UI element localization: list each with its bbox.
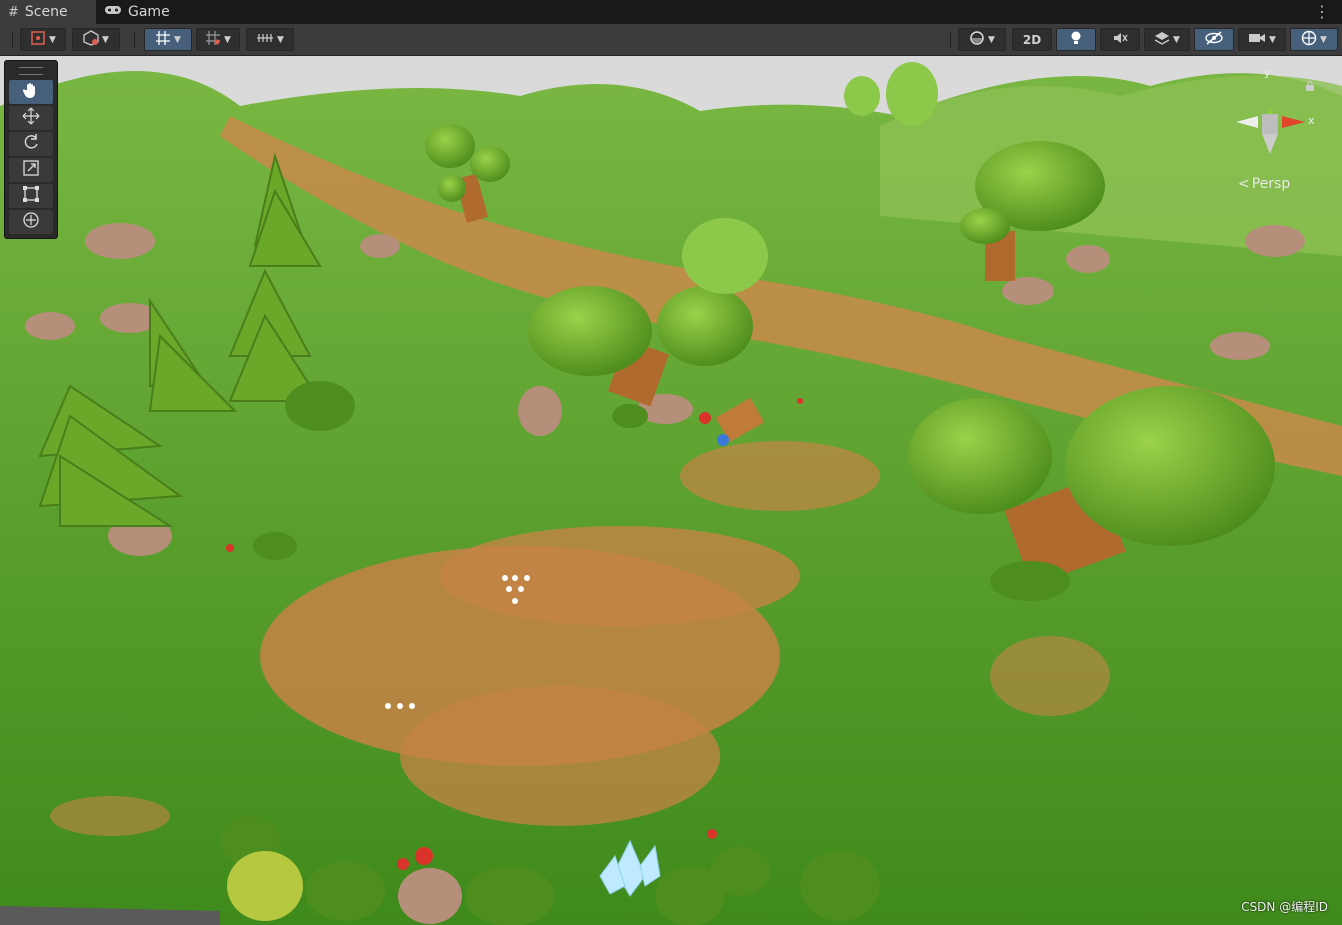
scene-render [0, 56, 1342, 925]
gamepad-icon [104, 4, 122, 20]
grid-snapping-toggle[interactable]: ▼ [144, 28, 192, 51]
grid-snap-icon [155, 30, 171, 49]
speaker-muted-icon [1112, 31, 1128, 48]
tab-scene-label: Scene [24, 4, 68, 20]
toolbar-grip [12, 32, 13, 48]
chevron-down-icon: ▼ [274, 34, 284, 45]
snap-increment-icon [205, 30, 221, 49]
render-mode-dropdown[interactable]: ▼ [72, 28, 120, 51]
draw-mode-icon [30, 30, 46, 49]
scene-toolbar: ▼ ▼ ▼ ▼ ▼ ▼ 2D ▼ ▼ ▼ [0, 24, 1342, 56]
tools-overlay [4, 60, 58, 239]
sphere-icon [969, 30, 985, 49]
cube-icon [83, 30, 99, 49]
grid-icon: # [8, 4, 19, 20]
camera-settings-dropdown[interactable]: ▼ [1238, 28, 1286, 51]
chevron-down-icon: ▼ [1170, 34, 1180, 45]
scene-viewport[interactable]: y x [0, 56, 1342, 925]
chevron-down-icon: ▼ [171, 34, 181, 45]
tab-scene[interactable]: # Scene [0, 0, 96, 24]
shading-mode-dropdown[interactable]: ▼ [958, 28, 1006, 51]
chevron-down-icon: ▼ [985, 34, 995, 45]
scale-tool-button[interactable] [9, 158, 53, 182]
chevron-down-icon: ▼ [99, 34, 109, 45]
tab-game[interactable]: Game [104, 0, 184, 24]
gizmo-axis-y-label: y [1264, 66, 1271, 79]
ruler-icon [256, 31, 274, 48]
chevron-down-icon: ▼ [1266, 34, 1276, 45]
draw-mode-dropdown[interactable]: ▼ [20, 28, 66, 51]
projection-toggle[interactable]: < Persp [1238, 176, 1290, 192]
move-tool-button[interactable] [9, 106, 53, 130]
scale-icon [22, 159, 40, 181]
gizmos-dropdown[interactable]: ▼ [1290, 28, 1338, 51]
chevron-down-icon: ▼ [46, 34, 56, 45]
lighting-toggle[interactable] [1056, 28, 1096, 51]
rotate-icon [22, 133, 40, 155]
toolbar-separator [950, 32, 951, 48]
lightbulb-icon [1069, 30, 1083, 49]
tab-game-label: Game [128, 4, 170, 20]
watermark: CSDN @编程ID [1241, 900, 1328, 914]
chevron-left-icon: < [1238, 176, 1250, 192]
hand-tool-button[interactable] [9, 80, 53, 104]
eye-slash-icon [1205, 31, 1223, 48]
increment-snap-dropdown[interactable]: ▼ [196, 28, 240, 51]
lock-icon[interactable] [1305, 76, 1315, 91]
rotate-tool-button[interactable] [9, 132, 53, 156]
transform-icon [22, 211, 40, 233]
chevron-down-icon: ▼ [1317, 34, 1327, 45]
transform-tool-button[interactable] [9, 210, 53, 234]
tab-bar: # Scene Game ⋮ [0, 0, 1342, 24]
layers-icon [1154, 31, 1170, 48]
scene-visibility-toggle[interactable] [1194, 28, 1234, 51]
projection-label: Persp [1251, 176, 1291, 192]
camera-icon [1248, 32, 1266, 47]
ruler-snap-dropdown[interactable]: ▼ [246, 28, 294, 51]
toolbar-separator [134, 32, 135, 48]
effects-dropdown[interactable]: ▼ [1144, 28, 1190, 51]
panel-grip[interactable] [19, 67, 43, 75]
rect-tool-button[interactable] [9, 184, 53, 208]
audio-toggle[interactable] [1100, 28, 1140, 51]
rect-transform-icon [22, 185, 40, 207]
toggle-2d-button[interactable]: 2D [1012, 28, 1052, 51]
more-options-icon[interactable]: ⋮ [1314, 2, 1330, 21]
globe-icon [1301, 30, 1317, 49]
gizmo-axis-x-label: x [1308, 114, 1315, 127]
hand-icon [22, 81, 40, 103]
move-arrows-icon [22, 107, 40, 129]
chevron-down-icon: ▼ [221, 34, 231, 45]
